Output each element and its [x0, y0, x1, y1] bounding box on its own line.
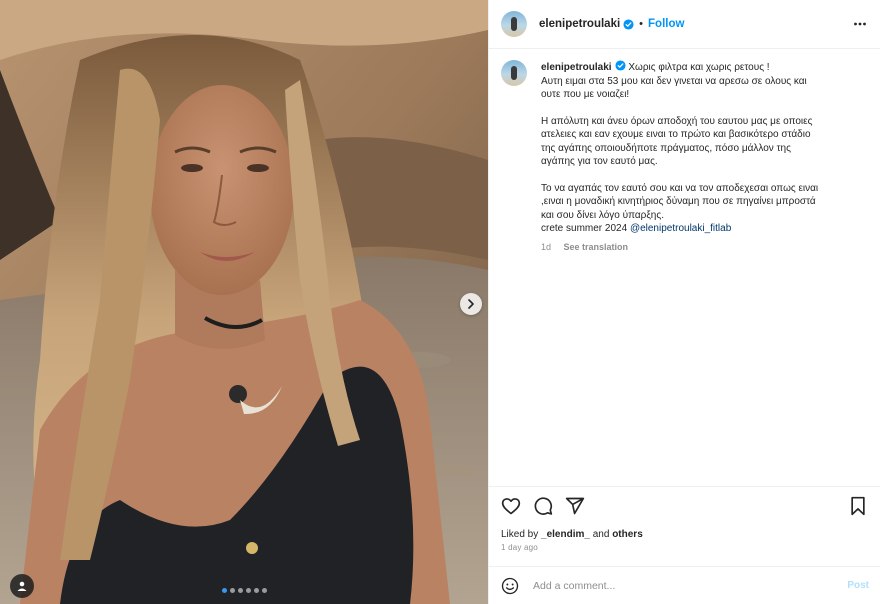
heart-icon[interactable] [501, 496, 521, 516]
username-link[interactable]: elenipetroulaki [539, 18, 620, 30]
post-photo [0, 0, 488, 604]
likes-others-link[interactable]: others [612, 529, 643, 540]
comment-input[interactable] [533, 577, 823, 595]
avatar[interactable] [501, 11, 527, 37]
verified-badge-icon [615, 60, 626, 71]
caption-line: της αγάπης οποιουδήποτε πράγματος, πόσο … [541, 142, 791, 154]
caption-line: Αυτη ειμαι στα 53 μου και δεν γινεται να… [541, 75, 807, 87]
carousel-dot [253, 588, 259, 593]
caption-avatar[interactable] [501, 60, 527, 86]
caption-username-link[interactable]: elenipetroulaki [541, 62, 612, 73]
carousel-dot [229, 588, 235, 593]
caption-line: ατελειες και εαν εχουμε ειναι το πρώτο κ… [541, 129, 811, 140]
more-icon[interactable] [853, 17, 867, 31]
caption-area: elenipetroulaki Χωρις φιλτρα και χωρις ρ… [501, 60, 871, 252]
post-media[interactable] [0, 0, 488, 604]
likes-prefix: Liked by [501, 529, 539, 540]
likes-and: and [592, 529, 610, 540]
carousel-dot [237, 588, 243, 593]
see-translation-button[interactable]: See translation [564, 242, 629, 252]
next-media-button[interactable] [460, 293, 482, 315]
caption-line: Η απόλυτη και άνευ όρων αποδοχή του εαυτ… [541, 115, 813, 127]
caption-line: ,ειναι η μοναδική κινητήριος δύναμη που … [541, 196, 816, 207]
follow-button[interactable]: Follow [648, 18, 684, 30]
share-icon[interactable] [565, 496, 585, 516]
post-timestamp: 1 day ago [501, 543, 538, 552]
emoji-icon[interactable] [501, 577, 519, 595]
carousel-dot [221, 588, 227, 593]
carousel-dot [261, 588, 267, 593]
verified-badge-icon [623, 18, 634, 30]
likes-summary: Liked by _elendim_ and others [501, 529, 643, 540]
chevron-right-icon [468, 299, 474, 309]
mention-link[interactable]: @elenipetroulaki_fitlab [630, 223, 731, 234]
separator-dot: • [639, 18, 644, 30]
liked-by-user-link[interactable]: _elendim_ [541, 529, 590, 540]
caption-line: crete summer 2024 [541, 223, 628, 234]
comment-bar: Post [489, 566, 880, 604]
carousel-indicator [0, 588, 488, 593]
comment-icon[interactable] [533, 496, 553, 516]
caption-text: elenipetroulaki Χωρις φιλτρα και χωρις ρ… [541, 60, 871, 236]
caption-line: Χωρις φιλτρα και χωρις ρετους ! [628, 62, 770, 73]
carousel-dot [245, 588, 251, 593]
action-bar [489, 486, 880, 524]
post-comment-button[interactable]: Post [847, 580, 869, 591]
user-tag-button[interactable] [10, 574, 34, 598]
post-detail-panel: elenipetroulaki • Follow elenipetroulaki… [488, 0, 880, 604]
caption-meta: 1d See translation [541, 242, 871, 252]
caption-line: και σου δίνει λόγο ύπαρξης. [541, 209, 664, 221]
caption-line: αγάπης για τον εαυτό μας. [541, 156, 658, 167]
caption-line: Το να αγαπάς τον εαυτό σου και να τον απ… [541, 182, 819, 194]
bookmark-icon[interactable] [849, 496, 867, 516]
post-header: elenipetroulaki • Follow [489, 0, 880, 49]
caption-line: ουτε που με νοιαζει! [541, 89, 630, 100]
post-time: 1d [541, 241, 552, 252]
